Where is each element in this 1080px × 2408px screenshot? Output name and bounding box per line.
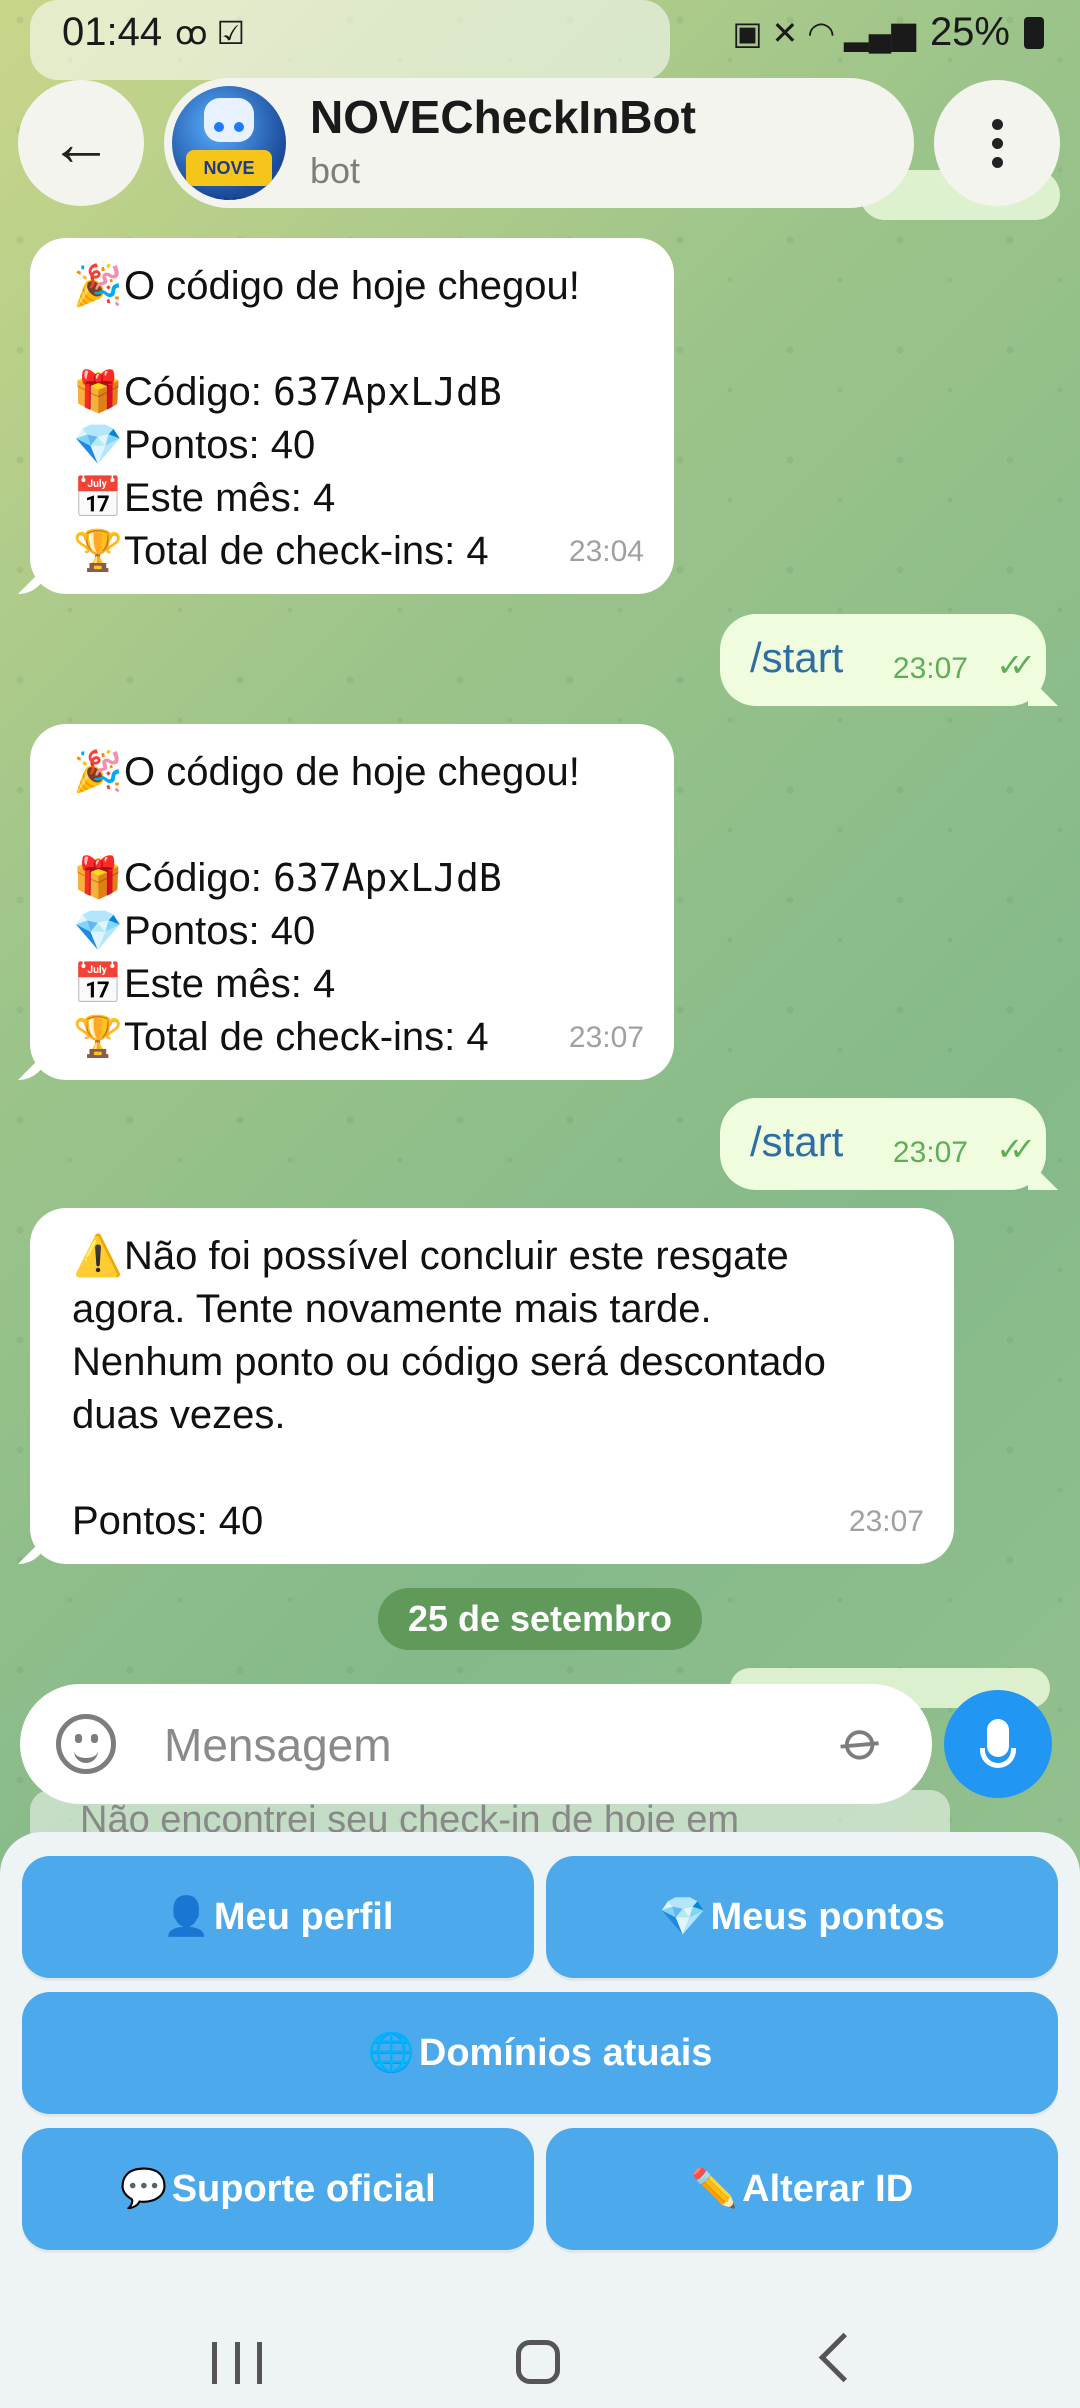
- checkin-code[interactable]: 637ApxLJdB: [273, 856, 502, 900]
- calendar-icon: 📅: [73, 962, 123, 1006]
- system-back-button[interactable]: [818, 2332, 869, 2383]
- code-label: Código:: [124, 370, 273, 414]
- message-input[interactable]: [162, 1714, 806, 1776]
- date-separator: 25 de setembro: [378, 1588, 702, 1650]
- double-check-icon: ✓✓: [996, 647, 1035, 683]
- robot-icon: [204, 98, 254, 142]
- home-button[interactable]: [516, 2340, 560, 2384]
- month-line: Este mês: 4: [124, 962, 336, 1006]
- current-domains-button[interactable]: 🌐 Domínios atuais: [22, 1992, 1058, 2114]
- battery-icon: [1024, 16, 1044, 49]
- gem-icon: 💎: [73, 423, 123, 467]
- trophy-icon: 🏆: [73, 1015, 123, 1059]
- total-line: Total de check-ins: 4: [124, 1015, 489, 1059]
- bot-message-checkin-code[interactable]: 🎉O código de hoje chegou! 🎁Código: 637Ap…: [30, 238, 674, 594]
- total-line: Total de check-ins: 4: [124, 529, 489, 573]
- message-title: O código de hoje chegou!: [124, 750, 580, 794]
- code-label: Código:: [124, 856, 273, 900]
- my-profile-button[interactable]: 👤 Meu perfil: [22, 1856, 534, 1978]
- checkin-code[interactable]: 637ApxLJdB: [273, 370, 502, 414]
- message-text: /start: [750, 1118, 844, 1165]
- bot-message-error[interactable]: ⚠️Não foi possível concluir este resgate…: [30, 1208, 954, 1564]
- message-time: 23:07: [568, 1021, 644, 1054]
- official-support-button[interactable]: 💬 Suporte oficial: [22, 2128, 534, 2250]
- arrow-left-icon: ←: [49, 107, 113, 179]
- gem-icon: 💎: [73, 909, 123, 953]
- globe-icon: 🌐: [367, 2032, 415, 2074]
- message-title: O código de hoje chegou!: [124, 264, 580, 308]
- voicemail-icon: ꝏ ☑: [175, 15, 246, 51]
- system-navigation-bar: [0, 2312, 1080, 2408]
- message-text: /start: [750, 634, 844, 681]
- gift-icon: 🎁: [73, 856, 123, 900]
- change-id-button[interactable]: ✏️ Alterar ID: [546, 2128, 1058, 2250]
- user-message-start[interactable]: /start 23:07 ✓✓: [720, 1098, 1046, 1190]
- bot-message-checkin-code[interactable]: 🎉O código de hoje chegou! 🎁Código: 637Ap…: [30, 724, 674, 1080]
- battery-level: 25%: [929, 10, 1010, 54]
- message-composer: ⌀: [20, 1684, 932, 1804]
- points-line: Pontos: 40: [124, 423, 316, 467]
- avatar-logo-text: NOVE GAMES: [186, 150, 272, 200]
- more-options-button[interactable]: [934, 80, 1060, 206]
- message-time: 23:07: [892, 652, 968, 685]
- chat-subtitle: bot: [310, 150, 361, 191]
- bot-avatar[interactable]: NOVE GAMES: [172, 86, 286, 200]
- speech-bubble-icon: 💬: [120, 2168, 168, 2210]
- trophy-icon: 🏆: [73, 529, 123, 573]
- party-popper-icon: 🎉: [73, 264, 123, 308]
- status-indicators: ▣ ✕ ◠ ▂▄▆ 25%: [732, 10, 1044, 55]
- emoji-button[interactable]: [56, 1714, 116, 1774]
- pencil-icon: ✏️: [690, 2168, 739, 2210]
- gem-icon: 💎: [659, 1896, 707, 1938]
- more-vertical-icon: [991, 118, 1003, 168]
- calendar-icon: 📅: [73, 476, 123, 520]
- points-line: Pontos: 40: [124, 909, 316, 953]
- voice-record-button[interactable]: [944, 1690, 1052, 1798]
- message-text-line: Não foi possível concluir este resgate: [124, 1234, 789, 1278]
- paperclip-icon[interactable]: ⌀: [829, 1705, 897, 1777]
- recent-apps-button[interactable]: [212, 2342, 262, 2384]
- back-button[interactable]: ←: [18, 80, 144, 206]
- my-points-button[interactable]: 💎 Meus pontos: [546, 1856, 1058, 1978]
- warning-icon: ⚠️: [73, 1234, 123, 1278]
- status-time: 01:44: [62, 10, 163, 54]
- points-line: Pontos: 40: [72, 1499, 264, 1543]
- signal-icons: ▣ ✕ ◠ ▂▄▆: [732, 14, 916, 51]
- message-text-line: Nenhum ponto ou código será descontado: [72, 1340, 826, 1384]
- message-time: 23:04: [568, 535, 644, 568]
- message-text-line: agora. Tente novamente mais tarde.: [72, 1287, 712, 1331]
- message-time: 23:07: [848, 1505, 924, 1538]
- month-line: Este mês: 4: [124, 476, 336, 520]
- party-popper-icon: 🎉: [73, 750, 123, 794]
- user-icon: 👤: [162, 1896, 210, 1938]
- chat-header[interactable]: NOVE GAMES NOVECheckInBot bot: [164, 78, 914, 208]
- message-time: 23:07: [892, 1136, 968, 1169]
- user-message-start[interactable]: /start 23:07 ✓✓: [720, 614, 1046, 706]
- double-check-icon: ✓✓: [996, 1131, 1035, 1167]
- status-bar: 01:44 ꝏ ☑ ▣ ✕ ◠ ▂▄▆ 25%: [0, 0, 1080, 70]
- message-text-line: duas vezes.: [72, 1393, 286, 1437]
- chat-title: NOVECheckInBot: [310, 91, 696, 143]
- gift-icon: 🎁: [73, 370, 123, 414]
